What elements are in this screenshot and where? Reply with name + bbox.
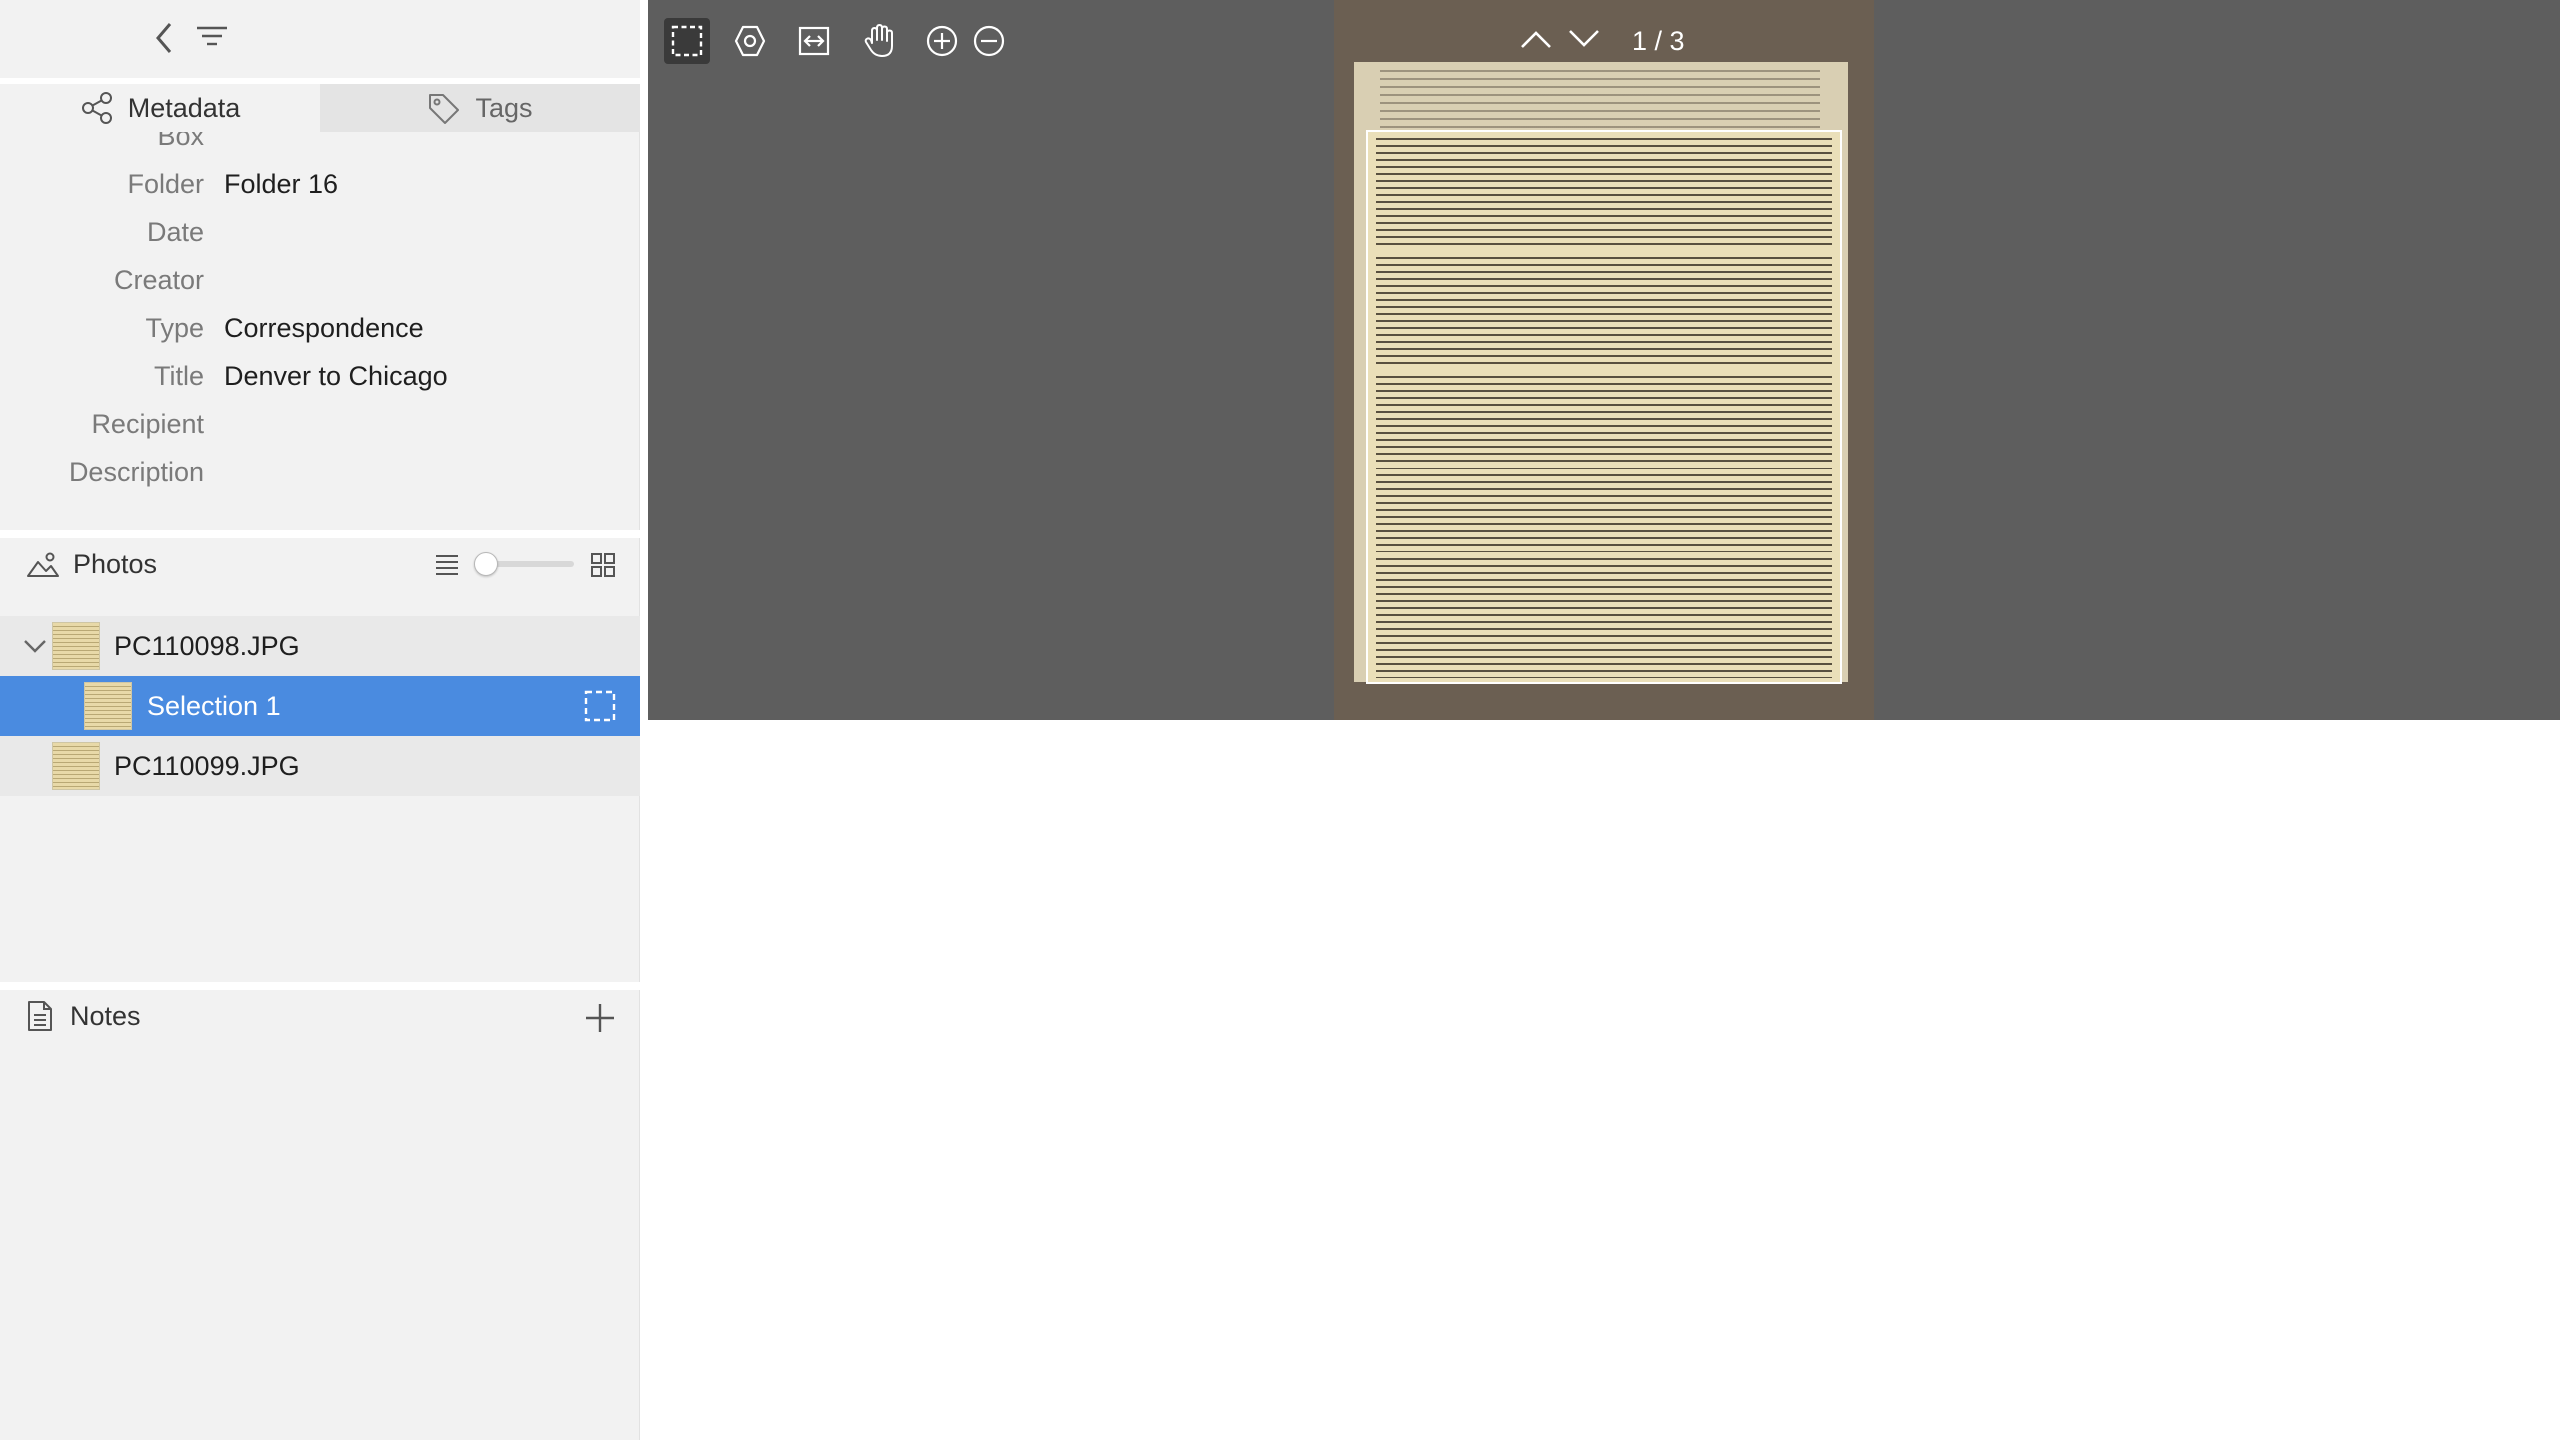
- field-folder[interactable]: Folder Folder 16: [0, 160, 640, 208]
- field-type-label: Type: [145, 313, 204, 343]
- tab-tags-label: Tags: [475, 92, 533, 123]
- letterhead-text: [1380, 70, 1820, 130]
- zoom-in-button[interactable]: [919, 18, 965, 64]
- divider: [0, 982, 640, 990]
- next-page-chevron-icon[interactable]: [1566, 27, 1602, 56]
- photos-title: Photos: [73, 549, 158, 579]
- field-box-label: Box: [157, 132, 204, 151]
- field-recipient[interactable]: Recipient: [0, 400, 640, 448]
- photo-item[interactable]: PC110099.JPG: [0, 736, 640, 796]
- photo-thumbnail: [52, 622, 100, 670]
- photo-thumbnail: [52, 742, 100, 790]
- field-folder-label: Folder: [127, 169, 204, 199]
- previous-page-chevron-icon[interactable]: [1518, 27, 1554, 56]
- hand-icon: [864, 24, 893, 57]
- pan-tool-button[interactable]: [857, 18, 903, 64]
- selection-thumbnail: [84, 682, 132, 730]
- page-indicator: 1 / 3: [1632, 25, 1685, 56]
- selection-region[interactable]: [1366, 130, 1842, 684]
- paragraph-gap: [1368, 462, 1840, 468]
- back-chevron-icon[interactable]: [150, 20, 180, 56]
- field-recipient-label: Recipient: [91, 409, 204, 439]
- document-photo: [1334, 0, 1874, 720]
- focus-tool-button[interactable]: [727, 18, 773, 64]
- field-description[interactable]: Description: [0, 448, 640, 496]
- tab-metadata-label: Metadata: [127, 92, 241, 123]
- divider: [0, 530, 640, 538]
- photo-item-name: PC110098.JPG: [114, 631, 300, 661]
- sidebar: Metadata Tags Box Folder Folder 16 Date …: [0, 0, 640, 1440]
- field-title-label: Title: [153, 361, 204, 391]
- field-type-value[interactable]: Correspondence: [224, 304, 424, 352]
- photo-icon: [26, 550, 60, 583]
- paragraph-gap: [1368, 250, 1840, 256]
- tab-tags[interactable]: Tags: [320, 84, 640, 132]
- zoom-out-button[interactable]: [966, 18, 1012, 64]
- tab-metadata[interactable]: Metadata: [0, 84, 320, 132]
- field-title[interactable]: Title Denver to Chicago: [0, 352, 640, 400]
- selection-marquee-icon[interactable]: [584, 690, 616, 727]
- metadata-fields: Box Folder Folder 16 Date Creator Type C…: [0, 132, 640, 524]
- fit-width-button[interactable]: [791, 18, 837, 64]
- photo-list: PC110098.JPG Selection 1 PC110099.JPG: [0, 616, 640, 796]
- field-description-label: Description: [68, 457, 204, 487]
- fit-width-icon: [798, 26, 830, 56]
- field-date[interactable]: Date: [0, 208, 640, 256]
- field-title-value[interactable]: Denver to Chicago: [224, 352, 448, 400]
- filter-icon[interactable]: [195, 22, 229, 52]
- paragraph-gap: [1368, 368, 1840, 374]
- photos-header: Photos: [0, 538, 640, 590]
- field-box[interactable]: Box: [0, 132, 640, 160]
- photo-item-name: PC110099.JPG: [114, 751, 300, 781]
- image-viewer[interactable]: 1 / 3: [648, 0, 2560, 720]
- thumbnail-size-slider[interactable]: [474, 552, 574, 576]
- photo-item[interactable]: PC110098.JPG: [0, 616, 640, 676]
- list-view-icon[interactable]: [434, 552, 460, 581]
- page-navigation: 1 / 3: [1518, 18, 1685, 64]
- selection-tool-button[interactable]: [664, 18, 710, 64]
- document-icon: [26, 1000, 54, 1037]
- paragraph-gap: [1368, 552, 1840, 558]
- hexagon-focus-icon: [734, 25, 766, 57]
- grid-view-icon[interactable]: [590, 552, 616, 583]
- metadata-tags-tabs: Metadata Tags: [0, 84, 640, 132]
- selection-item-name: Selection 1: [147, 691, 281, 721]
- field-type[interactable]: Type Correspondence: [0, 304, 640, 352]
- notes-title: Notes: [70, 1001, 141, 1031]
- slider-thumb[interactable]: [474, 552, 498, 576]
- sidebar-toolbar: [0, 0, 640, 78]
- marquee-select-icon: [671, 25, 703, 57]
- chevron-down-icon[interactable]: [22, 634, 48, 663]
- field-date-label: Date: [146, 217, 204, 247]
- share-nodes-icon: [81, 92, 112, 124]
- field-creator-label: Creator: [113, 265, 204, 295]
- field-creator[interactable]: Creator: [0, 256, 640, 304]
- zoom-in-icon: [926, 25, 958, 57]
- selection-item[interactable]: Selection 1: [0, 676, 640, 736]
- notes-header: Notes: [0, 990, 640, 1042]
- tag-icon: [429, 94, 460, 124]
- zoom-out-icon: [973, 25, 1005, 57]
- add-note-plus-icon[interactable]: [584, 1002, 616, 1039]
- typed-letter-text: [1376, 138, 1832, 678]
- field-folder-value[interactable]: Folder 16: [224, 160, 338, 208]
